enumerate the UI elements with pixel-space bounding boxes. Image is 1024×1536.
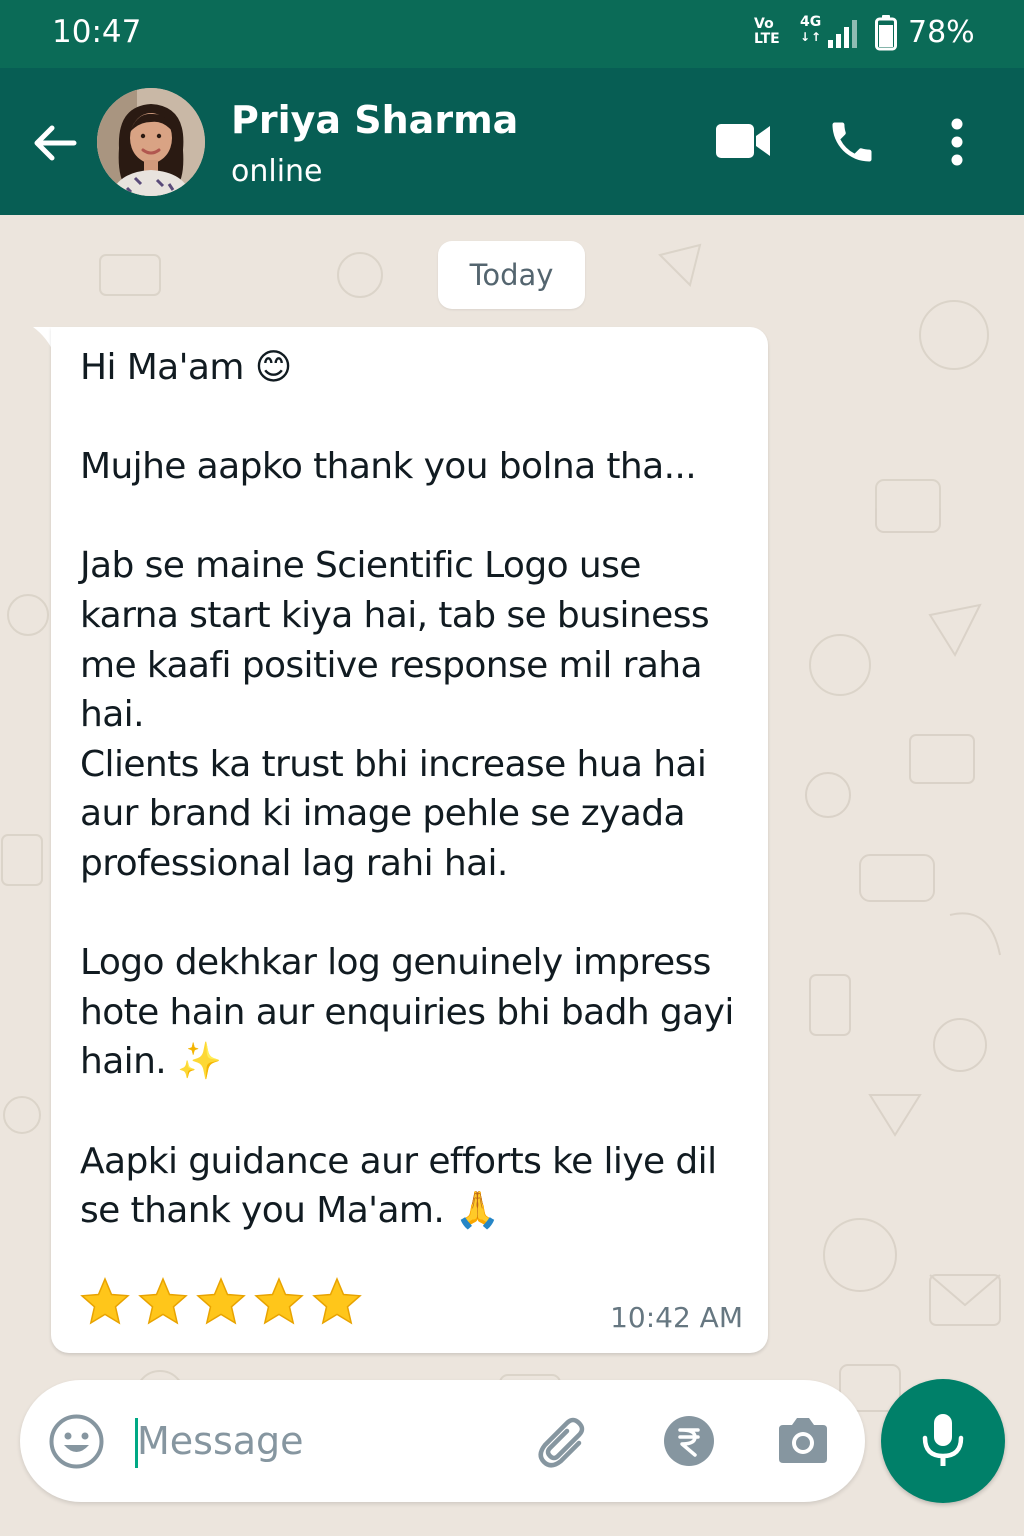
star-icon <box>80 1277 130 1325</box>
volte-indicator: Vo LTE <box>754 17 780 47</box>
signal-icon <box>828 20 857 48</box>
message-composer <box>20 1380 865 1502</box>
star-icon <box>254 1277 304 1325</box>
message-timestamp: 10:42 AM <box>610 1301 743 1334</box>
camera-icon[interactable] <box>775 1413 831 1469</box>
volte-bottom-label: LTE <box>754 31 780 47</box>
contact-status: online <box>231 154 323 189</box>
status-time: 10:47 <box>52 14 142 50</box>
message-input[interactable] <box>137 1411 517 1471</box>
star-icon <box>312 1277 362 1325</box>
date-chip: Today <box>438 241 585 309</box>
incoming-message-bubble[interactable]: Hi Ma'am 😊 Mujhe aapko thank you bolna t… <box>51 327 768 1353</box>
network-label: 4G <box>800 14 822 30</box>
contact-name[interactable]: Priya Sharma <box>231 98 518 142</box>
chat-area: Today Hi Ma'am 😊 Mujhe aapko thank you b… <box>0 215 1024 1536</box>
mic-button[interactable] <box>881 1379 1005 1503</box>
voice-call-icon[interactable] <box>826 116 878 168</box>
status-bar: 10:47 Vo LTE 4G ↓↑ 78% <box>0 0 1024 68</box>
battery-level: 78% <box>908 15 975 50</box>
video-call-icon[interactable] <box>713 118 773 164</box>
back-arrow-icon[interactable] <box>30 118 80 168</box>
avatar[interactable] <box>97 88 205 196</box>
volte-top-label: Vo <box>754 16 774 32</box>
chat-header: Priya Sharma online <box>0 68 1024 215</box>
emoji-icon[interactable] <box>48 1413 105 1470</box>
star-icon <box>138 1277 188 1325</box>
mic-icon <box>922 1414 964 1466</box>
network-indicator: 4G ↓↑ <box>800 14 823 45</box>
more-options-icon[interactable] <box>942 116 972 168</box>
star-icon <box>196 1277 246 1325</box>
star-rating <box>80 1277 370 1327</box>
rupee-payment-icon[interactable] <box>663 1415 715 1467</box>
battery-icon <box>875 15 897 51</box>
message-text: Hi Ma'am 😊 Mujhe aapko thank you bolna t… <box>80 347 734 1232</box>
attach-icon[interactable] <box>533 1413 593 1473</box>
